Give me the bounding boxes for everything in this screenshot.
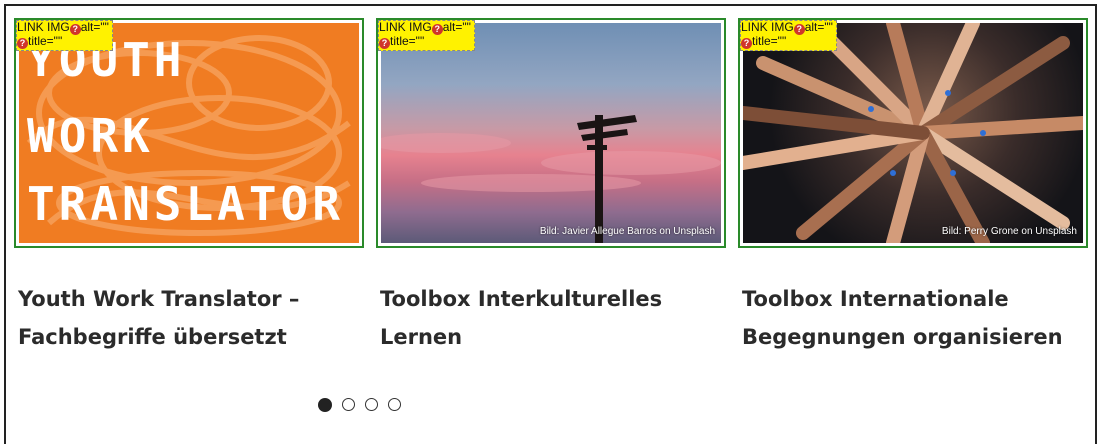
- badge-link-img-text: LINK IMG: [17, 20, 70, 34]
- badge-title-text: title="": [28, 34, 63, 48]
- carousel-pagination: [318, 397, 401, 412]
- badge-alt-text: alt="": [442, 20, 471, 34]
- card-title-line-1: Toolbox Interkulturelles: [380, 287, 663, 311]
- carousel-dot-2[interactable]: [342, 398, 355, 411]
- image-credit: Bild: Perry Grone on Unsplash: [941, 226, 1077, 237]
- stacked-hands-image: Bild: Perry Grone on Unsplash: [743, 23, 1083, 243]
- link-img-debug-badge: LINK IMG? alt="" ? title="": [16, 20, 113, 51]
- carousel-dot-1[interactable]: [318, 397, 332, 412]
- image-text-line-2: WORK: [27, 109, 154, 163]
- signpost-sunset-image: Bild: Javier Allegue Barros on Unsplash: [381, 23, 721, 243]
- badge-alt-text: alt="": [804, 20, 833, 34]
- card-title-line-2: Begegnungen organisieren: [742, 325, 1063, 349]
- question-icon: ?: [379, 38, 390, 49]
- question-icon: ?: [431, 24, 443, 35]
- card-title[interactable]: Toolbox Internationale Begegnungen organ…: [742, 280, 1082, 356]
- card-image-link[interactable]: LINK IMG? alt="" ? title="" YOUTH WORK T…: [14, 18, 364, 248]
- question-icon: ?: [741, 38, 752, 49]
- badge-title-text: title="": [752, 34, 787, 48]
- card-title-line-1: Toolbox Internationale: [742, 287, 1009, 311]
- card-title[interactable]: Toolbox Interkulturelles Lernen: [380, 280, 720, 356]
- carousel-card-toolbox-internationale-begegnungen[interactable]: LINK IMG? alt="" ? title="" Bild: Perry …: [738, 18, 1088, 349]
- badge-link-img-text: LINK IMG: [379, 20, 432, 34]
- question-icon: ?: [793, 24, 805, 35]
- question-icon: ?: [17, 38, 28, 49]
- carousel-card-toolbox-interkulturelles-lernen[interactable]: LINK IMG? alt="" ? title="" Bild: Javier…: [376, 18, 726, 349]
- youth-work-translator-image: YOUTH WORK TRANSLATOR: [19, 23, 359, 243]
- card-title-line-2: Fachbegriffe übersetzt: [18, 325, 287, 349]
- link-img-debug-badge: LINK IMG? alt="" ? title="": [740, 20, 837, 51]
- badge-alt-text: alt="": [80, 20, 109, 34]
- badge-title-text: title="": [390, 34, 425, 48]
- question-icon: ?: [69, 24, 81, 35]
- image-credit: Bild: Javier Allegue Barros on Unsplash: [539, 226, 715, 237]
- card-title-line-2: Lernen: [380, 325, 463, 349]
- image-text-line-3: TRANSLATOR: [27, 177, 344, 231]
- card-image-link[interactable]: LINK IMG? alt="" ? title="": [376, 18, 726, 248]
- carousel-card-youth-work-translator[interactable]: LINK IMG? alt="" ? title="" YOUTH WORK T…: [14, 18, 364, 349]
- carousel-dot-3[interactable]: [365, 398, 378, 411]
- card-image-link[interactable]: LINK IMG? alt="" ? title="": [738, 18, 1088, 248]
- badge-link-img-text: LINK IMG: [741, 20, 794, 34]
- card-title-line-1: Youth Work Translator –: [18, 287, 300, 311]
- link-img-debug-badge: LINK IMG? alt="" ? title="": [378, 20, 475, 51]
- card-title[interactable]: Youth Work Translator – Fachbegriffe übe…: [18, 280, 358, 356]
- carousel-dot-4[interactable]: [388, 398, 401, 411]
